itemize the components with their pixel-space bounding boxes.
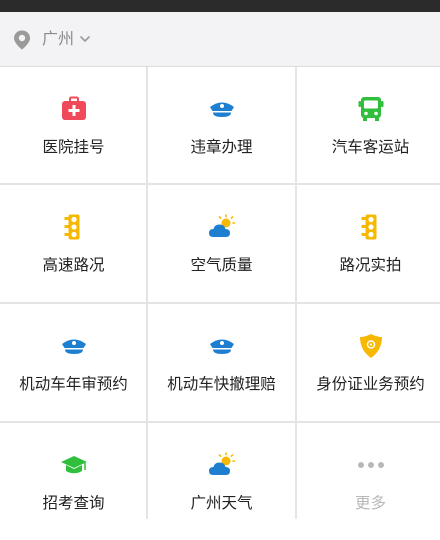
- service-label: 机动车年审预约: [19, 375, 128, 393]
- service-id-card-booking[interactable]: 身份证业务预约: [297, 304, 440, 421]
- service-vehicle-quick-claim[interactable]: 机动车快撤理赔: [148, 304, 295, 421]
- service-hospital-registration[interactable]: 医院挂号: [0, 67, 147, 184]
- location-bar[interactable]: 广州: [0, 12, 440, 67]
- service-more[interactable]: 更多: [297, 423, 440, 540]
- service-bus-station[interactable]: 汽车客运站: [297, 67, 440, 184]
- weather-sun-cloud-icon: [208, 452, 235, 475]
- service-label: 汽车客运站: [331, 138, 410, 156]
- service-label: 更多: [354, 494, 386, 512]
- weather-sun-cloud-icon: [208, 214, 235, 237]
- service-label: 身份证业务预约: [316, 375, 425, 393]
- service-exam-query[interactable]: 招考查询: [0, 423, 147, 540]
- status-bar: [0, 0, 440, 12]
- traffic-light-icon: [361, 214, 376, 240]
- service-label: 路况实拍: [339, 256, 402, 274]
- police-badge-icon: [359, 334, 382, 358]
- service-vehicle-inspection-booking[interactable]: 机动车年审预约: [0, 304, 147, 421]
- service-label: 招考查询: [42, 494, 105, 512]
- service-grid: 医院挂号 违章办理 汽车客运站 高速路况 空气质量 路况实拍 机动车年审预约 机…: [0, 67, 440, 519]
- service-label: 违章办理: [190, 138, 253, 156]
- city-selector[interactable]: 广州: [42, 28, 74, 50]
- location-pin-icon: [14, 30, 30, 50]
- police-cap-icon: [209, 102, 234, 117]
- graduation-cap-icon: [60, 456, 87, 474]
- service-guangzhou-weather[interactable]: 广州天气: [148, 423, 295, 540]
- service-air-quality[interactable]: 空气质量: [148, 185, 295, 302]
- service-highway-traffic[interactable]: 高速路况: [0, 185, 147, 302]
- service-label: 广州天气: [190, 494, 253, 512]
- police-cap-icon: [209, 339, 234, 354]
- service-violation-handling[interactable]: 违章办理: [148, 67, 295, 184]
- traffic-light-icon: [64, 214, 79, 240]
- more-dots-icon: [357, 462, 384, 468]
- chevron-down-icon[interactable]: [80, 35, 90, 43]
- service-label: 高速路况: [42, 256, 105, 274]
- service-label: 机动车快撤理赔: [167, 375, 276, 393]
- bus-icon: [358, 97, 383, 121]
- medical-kit-icon: [61, 96, 86, 120]
- service-road-live-photos[interactable]: 路况实拍: [297, 185, 440, 302]
- service-label: 医院挂号: [42, 138, 105, 156]
- police-cap-icon: [61, 339, 86, 354]
- service-label: 空气质量: [190, 256, 253, 274]
